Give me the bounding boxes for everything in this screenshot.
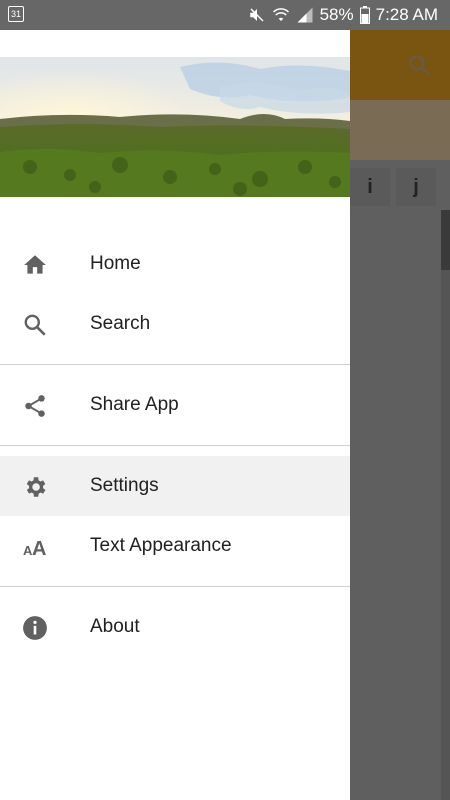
status-bar: 31 58% 7:28 AM — [0, 0, 450, 30]
menu-item-settings[interactable]: Settings — [0, 456, 350, 516]
drawer-menu: Home Search Share App Settings A A Text … — [0, 234, 350, 657]
signal-icon — [297, 7, 313, 23]
mute-icon — [249, 8, 264, 22]
menu-item-label: Text Appearance — [90, 535, 232, 556]
drawer-header-image — [0, 57, 350, 197]
scrollbar-thumb[interactable] — [441, 210, 450, 270]
battery-percent: 58% — [319, 5, 354, 24]
menu-item-label: About — [90, 616, 140, 637]
menu-item-search[interactable]: Search — [0, 294, 350, 354]
battery-icon — [359, 6, 370, 24]
wifi-icon — [272, 8, 289, 21]
gear-icon — [21, 473, 49, 501]
menu-item-text-appearance[interactable]: A A Text Appearance — [0, 516, 350, 576]
letter-tab-j[interactable]: j — [396, 168, 436, 206]
share-icon — [21, 392, 49, 420]
divider — [0, 364, 350, 365]
divider — [0, 445, 350, 446]
menu-item-label: Home — [90, 253, 141, 274]
letter-tab-i[interactable]: i — [350, 168, 390, 206]
svg-text:A: A — [32, 538, 46, 560]
text-size-icon: A A — [21, 533, 49, 561]
info-icon — [21, 614, 49, 642]
home-icon — [21, 251, 49, 279]
toolbar-search-icon[interactable] — [406, 52, 432, 83]
search-icon — [21, 311, 49, 339]
menu-item-about[interactable]: About — [0, 597, 350, 657]
divider — [0, 586, 350, 587]
navigation-drawer: Home Search Share App Settings A A Text … — [0, 30, 350, 800]
menu-item-label: Share App — [90, 394, 179, 415]
menu-item-label: Search — [90, 313, 151, 334]
menu-item-label: Settings — [90, 475, 159, 496]
menu-item-home[interactable]: Home — [0, 234, 350, 294]
menu-item-share-app[interactable]: Share App — [0, 375, 350, 435]
calendar-icon: 31 — [8, 6, 24, 22]
clock: 7:28 AM — [375, 5, 438, 24]
scrollbar-track — [441, 270, 450, 800]
